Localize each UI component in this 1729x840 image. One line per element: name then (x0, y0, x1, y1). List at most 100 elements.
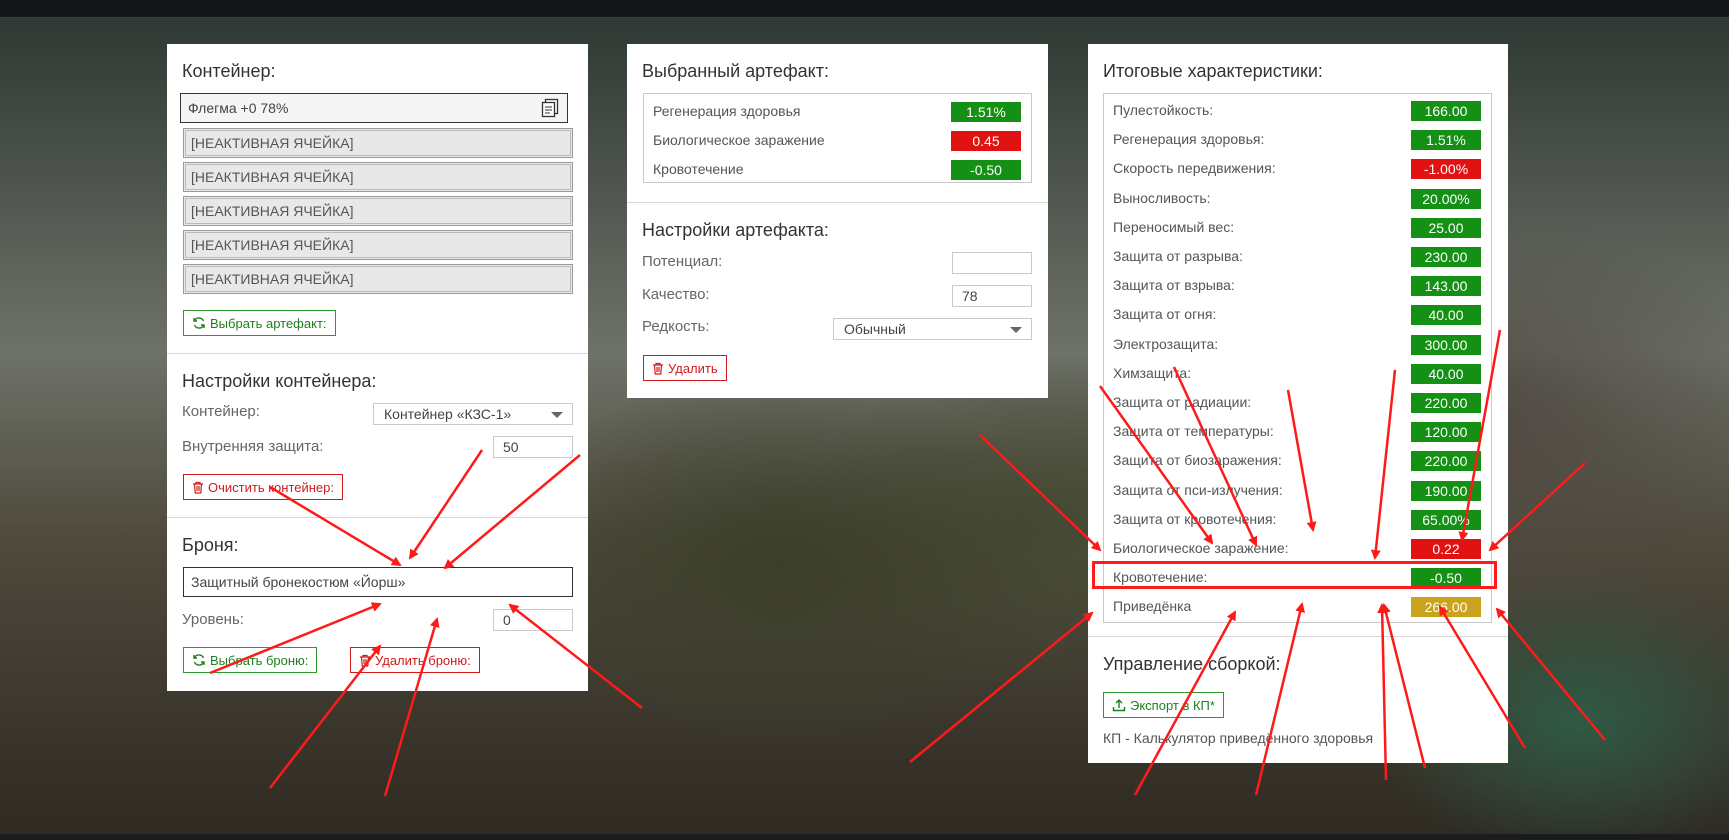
stat-name: Биологическое заражение: (1113, 540, 1289, 556)
stat-value: 1.51% (1411, 130, 1481, 150)
stat-value: 220.00 (1411, 393, 1481, 413)
slot-label: [НЕАКТИВНАЯ ЯЧЕЙКА] (191, 237, 354, 253)
totals-title: Итоговые характеристики: (1103, 61, 1323, 81)
stat-name: Защита от пси-излучения: (1113, 482, 1283, 498)
stat-row: Скорость передвижения: -1.00% (1104, 155, 1491, 181)
stat-row: Защита от радиации: 220.00 (1104, 389, 1491, 415)
quality-label: Качество: (642, 286, 710, 303)
copy-icon[interactable] (541, 98, 559, 118)
choose-artifact-label: Выбрать артефакт: (210, 315, 327, 331)
stat-value: 0.22 (1411, 539, 1481, 559)
stat-name: Защита от разрыва: (1113, 248, 1243, 264)
stat-name: Переносимый вес: (1113, 219, 1235, 235)
rarity-value: Обычный (844, 321, 906, 337)
divider (1088, 636, 1508, 637)
stat-row: Защита от огня: 40.00 (1104, 301, 1491, 327)
refresh-icon (193, 317, 205, 329)
stat-value: 1.51% (951, 102, 1021, 122)
potential-input[interactable] (952, 252, 1032, 274)
stat-value: 230.00 (1411, 247, 1481, 267)
clear-container-label: Очистить контейнер: (208, 479, 334, 495)
rarity-select[interactable]: Обычный (833, 318, 1032, 340)
stat-name: Биологическое заражение (653, 132, 825, 148)
container-slot-label: Флегма +0 78% (188, 100, 289, 116)
stat-row: Переносимый вес: 25.00 (1104, 214, 1491, 240)
upload-icon (1112, 699, 1126, 712)
stat-name: Химзащита: (1113, 365, 1192, 381)
armor-field[interactable]: Защитный бронекостюм «Йорш» (183, 567, 573, 597)
arrow (979, 434, 1102, 552)
stat-name: Регенерация здоровья: (1113, 131, 1265, 147)
container-select[interactable]: Контейнер «КЗС-1» (373, 403, 573, 425)
inner-protection-label: Внутренняя защита: (182, 438, 324, 455)
container-panel: Контейнер: Флегма +0 78% [НЕАКТИВНАЯ ЯЧЕ… (167, 44, 588, 691)
totals-panel: Итоговые характеристики: Пулестойкость: 1… (1088, 44, 1508, 763)
stat-row: Биологическое заражение: 0.22 (1104, 535, 1491, 561)
container-slot-inactive[interactable]: [НЕАКТИВНАЯ ЯЧЕЙКА] (183, 128, 573, 158)
slot-label: [НЕАКТИВНАЯ ЯЧЕЙКА] (191, 169, 354, 185)
delete-artifact-button[interactable]: Удалить (643, 355, 727, 381)
arrow (909, 611, 1094, 763)
totals-stats: Пулестойкость: 166.00 Регенерация здоровья… (1103, 93, 1492, 623)
stat-row: Выносливость: 20.00% (1104, 185, 1491, 211)
armor-value: Защитный бронекостюм «Йорш» (191, 574, 406, 590)
stat-row: Защита от взрыва: 143.00 (1104, 272, 1491, 298)
chevron-down-icon (551, 412, 563, 418)
stat-name: Приведёнка (1113, 598, 1192, 614)
footnote: КП - Калькулятор приведённого здоровья (1103, 730, 1374, 746)
stat-name: Защита от взрыва: (1113, 277, 1235, 293)
stat-row: Защита от разрыва: 230.00 (1104, 243, 1491, 269)
container-slot-inactive[interactable]: [НЕАКТИВНАЯ ЯЧЕЙКА] (183, 264, 573, 294)
export-button[interactable]: Экспорт в КП* (1103, 692, 1224, 718)
choose-armor-button[interactable]: Выбрать броню: (183, 647, 318, 673)
stat-row: Приведёнка 266.00 (1104, 593, 1491, 619)
stat-row: Защита от пси-излучения: 190.00 (1104, 477, 1491, 503)
stat-row: Регенерация здоровья: 1.51% (1104, 126, 1491, 152)
quality-input[interactable]: 78 (952, 285, 1032, 307)
armor-title: Броня: (182, 535, 239, 555)
choose-artifact-button[interactable]: Выбрать артефакт: (183, 310, 336, 336)
artifact-settings-title: Настройки артефакта: (642, 220, 829, 240)
stat-row: Электрозащита: 300.00 (1104, 331, 1491, 357)
stat-value: 40.00 (1411, 305, 1481, 325)
inner-protection-value: 50 (503, 439, 519, 455)
trash-icon (193, 481, 203, 494)
container-title: Контейнер: (182, 61, 276, 81)
container-slot-inactive[interactable]: [НЕАКТИВНАЯ ЯЧЕЙКА] (183, 196, 573, 226)
stat-name: Скорость передвижения: (1113, 160, 1276, 176)
slot-label: [НЕАКТИВНАЯ ЯЧЕЙКА] (191, 203, 354, 219)
container-slot-inactive[interactable]: [НЕАКТИВНАЯ ЯЧЕЙКА] (183, 230, 573, 260)
slot-label: [НЕАКТИВНАЯ ЯЧЕЙКА] (191, 271, 354, 287)
stat-row: Защита от кровотечения: 65.00% (1104, 506, 1491, 532)
stat-value: 220.00 (1411, 451, 1481, 471)
trash-icon (360, 654, 370, 667)
container-select-value: Контейнер «КЗС-1» (384, 406, 512, 422)
inner-protection-input[interactable]: 50 (493, 436, 573, 458)
stat-value: 65.00% (1411, 510, 1481, 530)
stat-name: Защита от огня: (1113, 306, 1217, 322)
top-bar (0, 0, 1729, 18)
artifact-stats: Регенерация здоровья 1.51% Биологическое… (643, 93, 1032, 183)
delete-artifact-label: Удалить (668, 360, 718, 376)
divider (167, 353, 588, 354)
rarity-label: Редкость: (642, 318, 710, 335)
clear-container-button[interactable]: Очистить контейнер: (183, 474, 343, 500)
stat-value: 166.00 (1411, 101, 1481, 121)
export-label: Экспорт в КП* (1130, 697, 1215, 713)
container-label: Контейнер: (182, 403, 260, 420)
stat-name: Пулестойкость: (1113, 102, 1214, 118)
divider (167, 517, 588, 518)
build-title: Управление сборкой: (1103, 654, 1281, 674)
delete-armor-button[interactable]: Удалить броню: (350, 647, 480, 673)
level-input[interactable]: 0 (493, 609, 573, 631)
stat-value: 300.00 (1411, 335, 1481, 355)
stat-name: Защита от кровотечения: (1113, 511, 1277, 527)
stat-value: -1.00% (1411, 159, 1481, 179)
artifact-title: Выбранный артефакт: (642, 61, 829, 81)
highlight-box (1092, 561, 1497, 589)
chevron-down-icon (1010, 327, 1022, 333)
stat-value: -0.50 (951, 160, 1021, 180)
container-slot-active[interactable]: Флегма +0 78% (180, 93, 568, 123)
container-slot-inactive[interactable]: [НЕАКТИВНАЯ ЯЧЕЙКА] (183, 162, 573, 192)
stat-name: Кровотечение (653, 161, 744, 177)
